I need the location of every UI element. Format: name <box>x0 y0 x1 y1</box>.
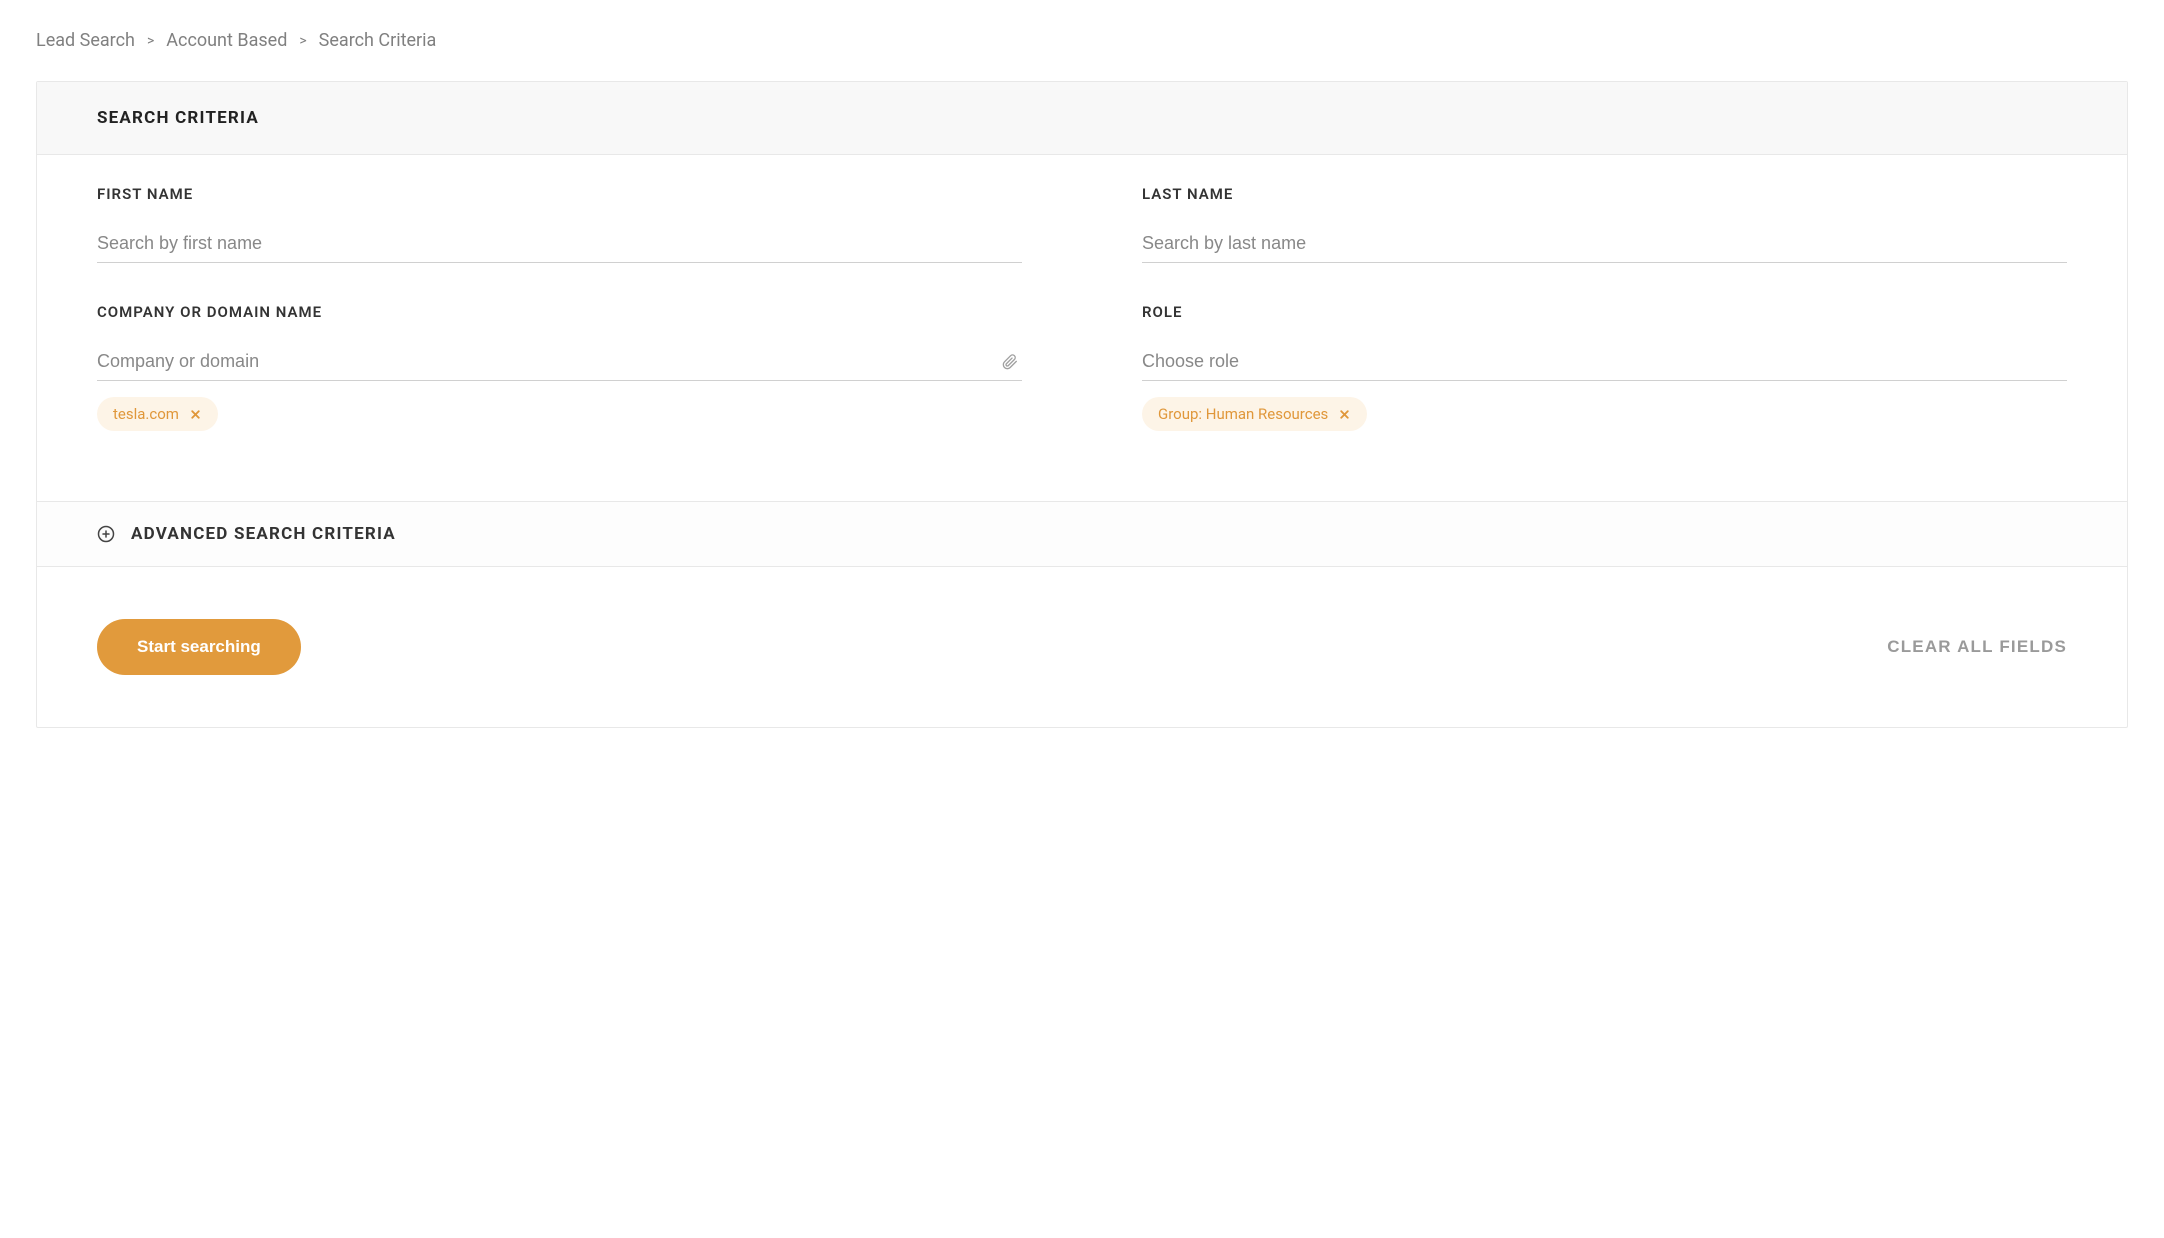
company-label: COMPANY OR DOMAIN NAME <box>97 303 1022 321</box>
advanced-search-toggle[interactable]: ADVANCED SEARCH CRITERIA <box>37 501 2127 567</box>
clear-all-fields-button[interactable]: CLEAR ALL FIELDS <box>1887 637 2067 657</box>
last-name-label: LAST NAME <box>1142 185 2067 203</box>
breadcrumb: Lead Search > Account Based > Search Cri… <box>36 30 2128 51</box>
card-title: SEARCH CRITERIA <box>97 108 2067 128</box>
advanced-search-label: ADVANCED SEARCH CRITERIA <box>131 524 396 544</box>
breadcrumb-separator: > <box>299 33 306 49</box>
remove-chip-icon[interactable] <box>1338 408 1351 421</box>
breadcrumb-account-based[interactable]: Account Based <box>166 30 287 51</box>
remove-chip-icon[interactable] <box>189 408 202 421</box>
role-input[interactable] <box>1142 343 2067 381</box>
card-footer: Start searching CLEAR ALL FIELDS <box>37 567 2127 727</box>
first-name-label: FIRST NAME <box>97 185 1022 203</box>
last-name-input[interactable] <box>1142 225 2067 263</box>
attachment-icon[interactable] <box>1002 354 1018 370</box>
breadcrumb-lead-search[interactable]: Lead Search <box>36 30 135 51</box>
card-body: FIRST NAME LAST NAME COMPANY OR DOMAIN N… <box>37 155 2127 501</box>
search-criteria-card: SEARCH CRITERIA FIRST NAME LAST NAME <box>36 81 2128 728</box>
company-input[interactable] <box>97 343 1022 381</box>
company-chip-label: tesla.com <box>113 405 179 423</box>
role-label: ROLE <box>1142 303 2067 321</box>
card-header: SEARCH CRITERIA <box>37 82 2127 155</box>
breadcrumb-separator: > <box>147 33 154 49</box>
start-searching-button[interactable]: Start searching <box>97 619 301 675</box>
company-chip: tesla.com <box>97 397 218 431</box>
first-name-input[interactable] <box>97 225 1022 263</box>
role-chip-label: Group: Human Resources <box>1158 405 1328 423</box>
plus-circle-icon <box>97 525 115 543</box>
breadcrumb-search-criteria[interactable]: Search Criteria <box>319 30 437 51</box>
role-chip: Group: Human Resources <box>1142 397 1367 431</box>
